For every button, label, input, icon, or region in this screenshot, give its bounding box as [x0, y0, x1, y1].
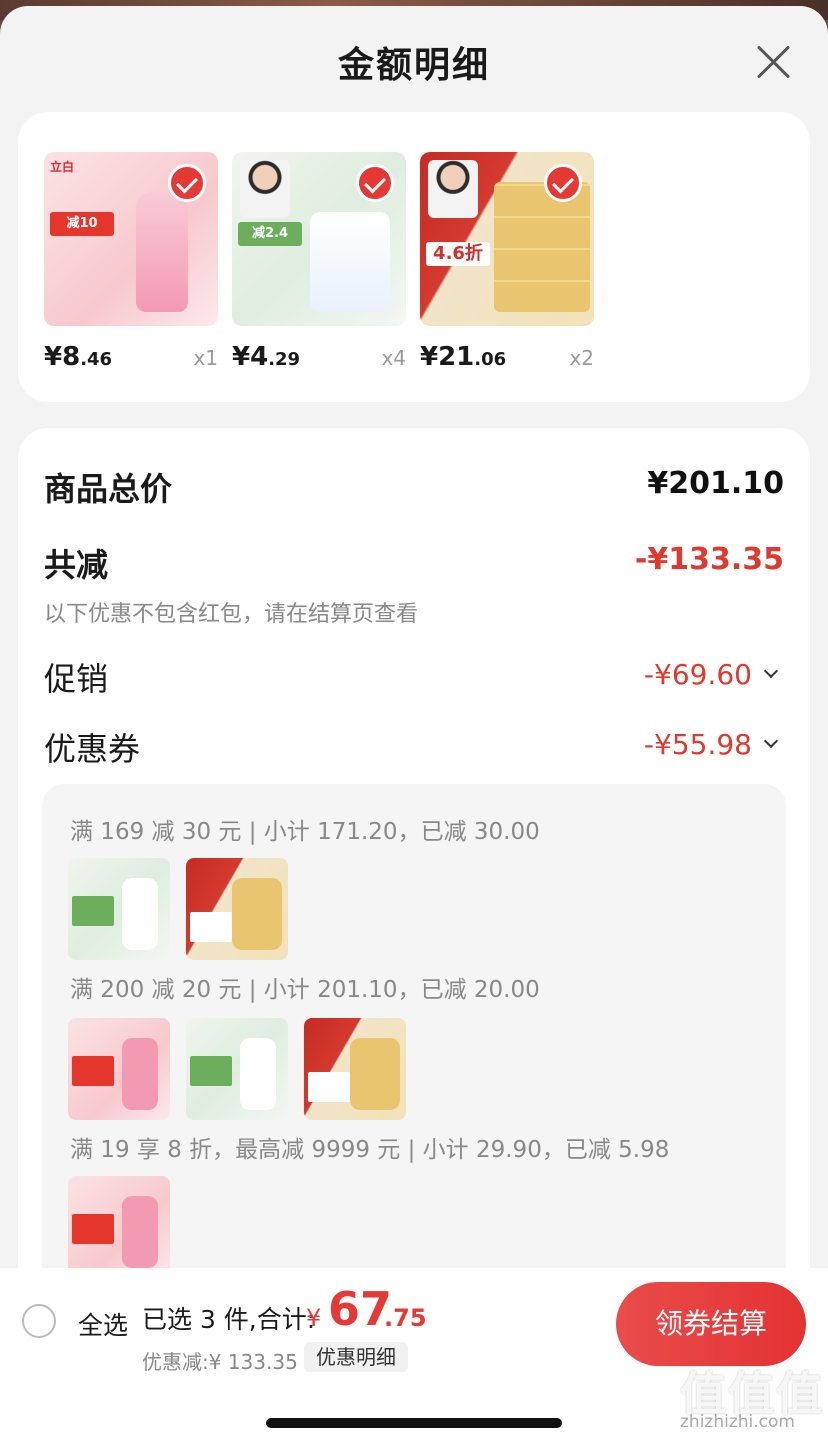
product-item[interactable]: 减2.4 ¥4.29 x4 [232, 152, 406, 382]
discount-detail-button[interactable]: 优惠明细 [304, 1342, 408, 1372]
price-breakdown-card: 商品总价 ¥201.10 共减 -¥133.35 以下优惠不包含红包，请在结算页… [18, 428, 810, 1344]
product-item[interactable]: 4.6折 ¥21.06 x2 [420, 152, 594, 382]
promo-tag: 减2.4 [238, 222, 302, 246]
coupon-product-thumbnail [68, 1176, 170, 1278]
product-price: ¥21 [420, 342, 475, 372]
amount-detail-sheet: 金额明细 立白 减10 ¥8.46 x1 减2.4 ¥4.29 x4 4.6折 … [0, 6, 828, 1440]
brand-mark: 立白 [50, 160, 75, 174]
model-image [240, 160, 290, 218]
product-quantity: x4 [381, 346, 406, 370]
select-all-label[interactable]: 全选 [78, 1306, 128, 1342]
price-row: ¥21.06 x2 [420, 342, 594, 382]
bottle-image [136, 192, 188, 312]
discount-summary: 优惠减:¥ 133.35 [142, 1350, 298, 1374]
product-quantity: x2 [569, 346, 594, 370]
check-icon[interactable] [168, 164, 206, 202]
coupon-rule: 满 169 减 30 元 | 小计 171.20，已减 30.00 [70, 819, 540, 845]
home-indicator[interactable] [266, 1418, 562, 1428]
product-quantity: x1 [193, 346, 218, 370]
coupon-product-thumbnail [186, 1018, 288, 1120]
product-price: ¥4 [232, 342, 269, 372]
product-thumbnail[interactable]: 减2.4 [232, 152, 406, 326]
product-price: ¥8 [44, 342, 81, 372]
chevron-down-icon[interactable] [763, 733, 779, 749]
model-image [428, 160, 478, 218]
coupon-label[interactable]: 优惠券 [44, 724, 140, 770]
reduce-note: 以下优惠不包含红包，请在结算页查看 [44, 602, 419, 627]
price-row: ¥8.46 x1 [44, 342, 218, 382]
total-label: 商品总价 [44, 470, 173, 508]
chevron-down-icon[interactable] [763, 663, 779, 679]
coupon-product-thumbnail [68, 1018, 170, 1120]
checkout-button[interactable]: 领券结算 [616, 1282, 806, 1366]
product-thumbnail[interactable]: 立白 减10 [44, 152, 218, 326]
promo-value[interactable]: -¥69.60 [644, 658, 752, 691]
watermark-url: zhizhizhi.com [680, 1412, 795, 1432]
coupon-rule: 满 19 享 8 折，最高减 9999 元 | 小计 29.90，已减 5.98 [70, 1137, 670, 1163]
product-price-decimal: .29 [268, 349, 301, 370]
total-value: ¥201.10 [647, 466, 784, 501]
product-price-decimal: .06 [474, 349, 507, 370]
paper-roll-image [310, 212, 390, 312]
coupon-value[interactable]: -¥55.98 [644, 728, 752, 761]
total-currency: ¥ [306, 1304, 322, 1332]
sheet-title: 金额明细 [337, 45, 490, 86]
coupon-product-thumbnail [68, 858, 170, 960]
product-price-decimal: .46 [80, 349, 113, 370]
reduce-value: -¥133.35 [634, 542, 784, 577]
promo-tag: 4.6折 [426, 242, 490, 266]
product-item[interactable]: 立白 减10 ¥8.46 x1 [44, 152, 218, 382]
check-icon[interactable] [544, 164, 582, 202]
product-thumbnail[interactable]: 4.6折 [420, 152, 594, 326]
total-amount: 67 [328, 1282, 393, 1336]
coupon-detail-box: 满 169 减 30 元 | 小计 171.20，已减 30.00 满 200 … [42, 784, 786, 1344]
total-amount-decimal: .75 [384, 1304, 427, 1332]
coupon-product-thumbnail [186, 858, 288, 960]
select-all-radio[interactable] [22, 1304, 56, 1338]
promo-tag: 减10 [50, 212, 114, 236]
promo-label[interactable]: 促销 [44, 654, 108, 700]
product-summary-card: 立白 减10 ¥8.46 x1 减2.4 ¥4.29 x4 4.6折 ¥21.0… [18, 112, 810, 402]
check-icon[interactable] [356, 164, 394, 202]
close-icon[interactable] [752, 40, 796, 84]
reduce-label: 共减 [44, 546, 109, 584]
selected-summary: 已选 3 件,合计: [142, 1305, 316, 1334]
coupon-product-thumbnail [304, 1018, 406, 1120]
coupon-rule: 满 200 减 20 元 | 小计 201.10，已减 20.00 [70, 977, 540, 1003]
tissue-boxes-image [494, 182, 590, 312]
price-row: ¥4.29 x4 [232, 342, 406, 382]
